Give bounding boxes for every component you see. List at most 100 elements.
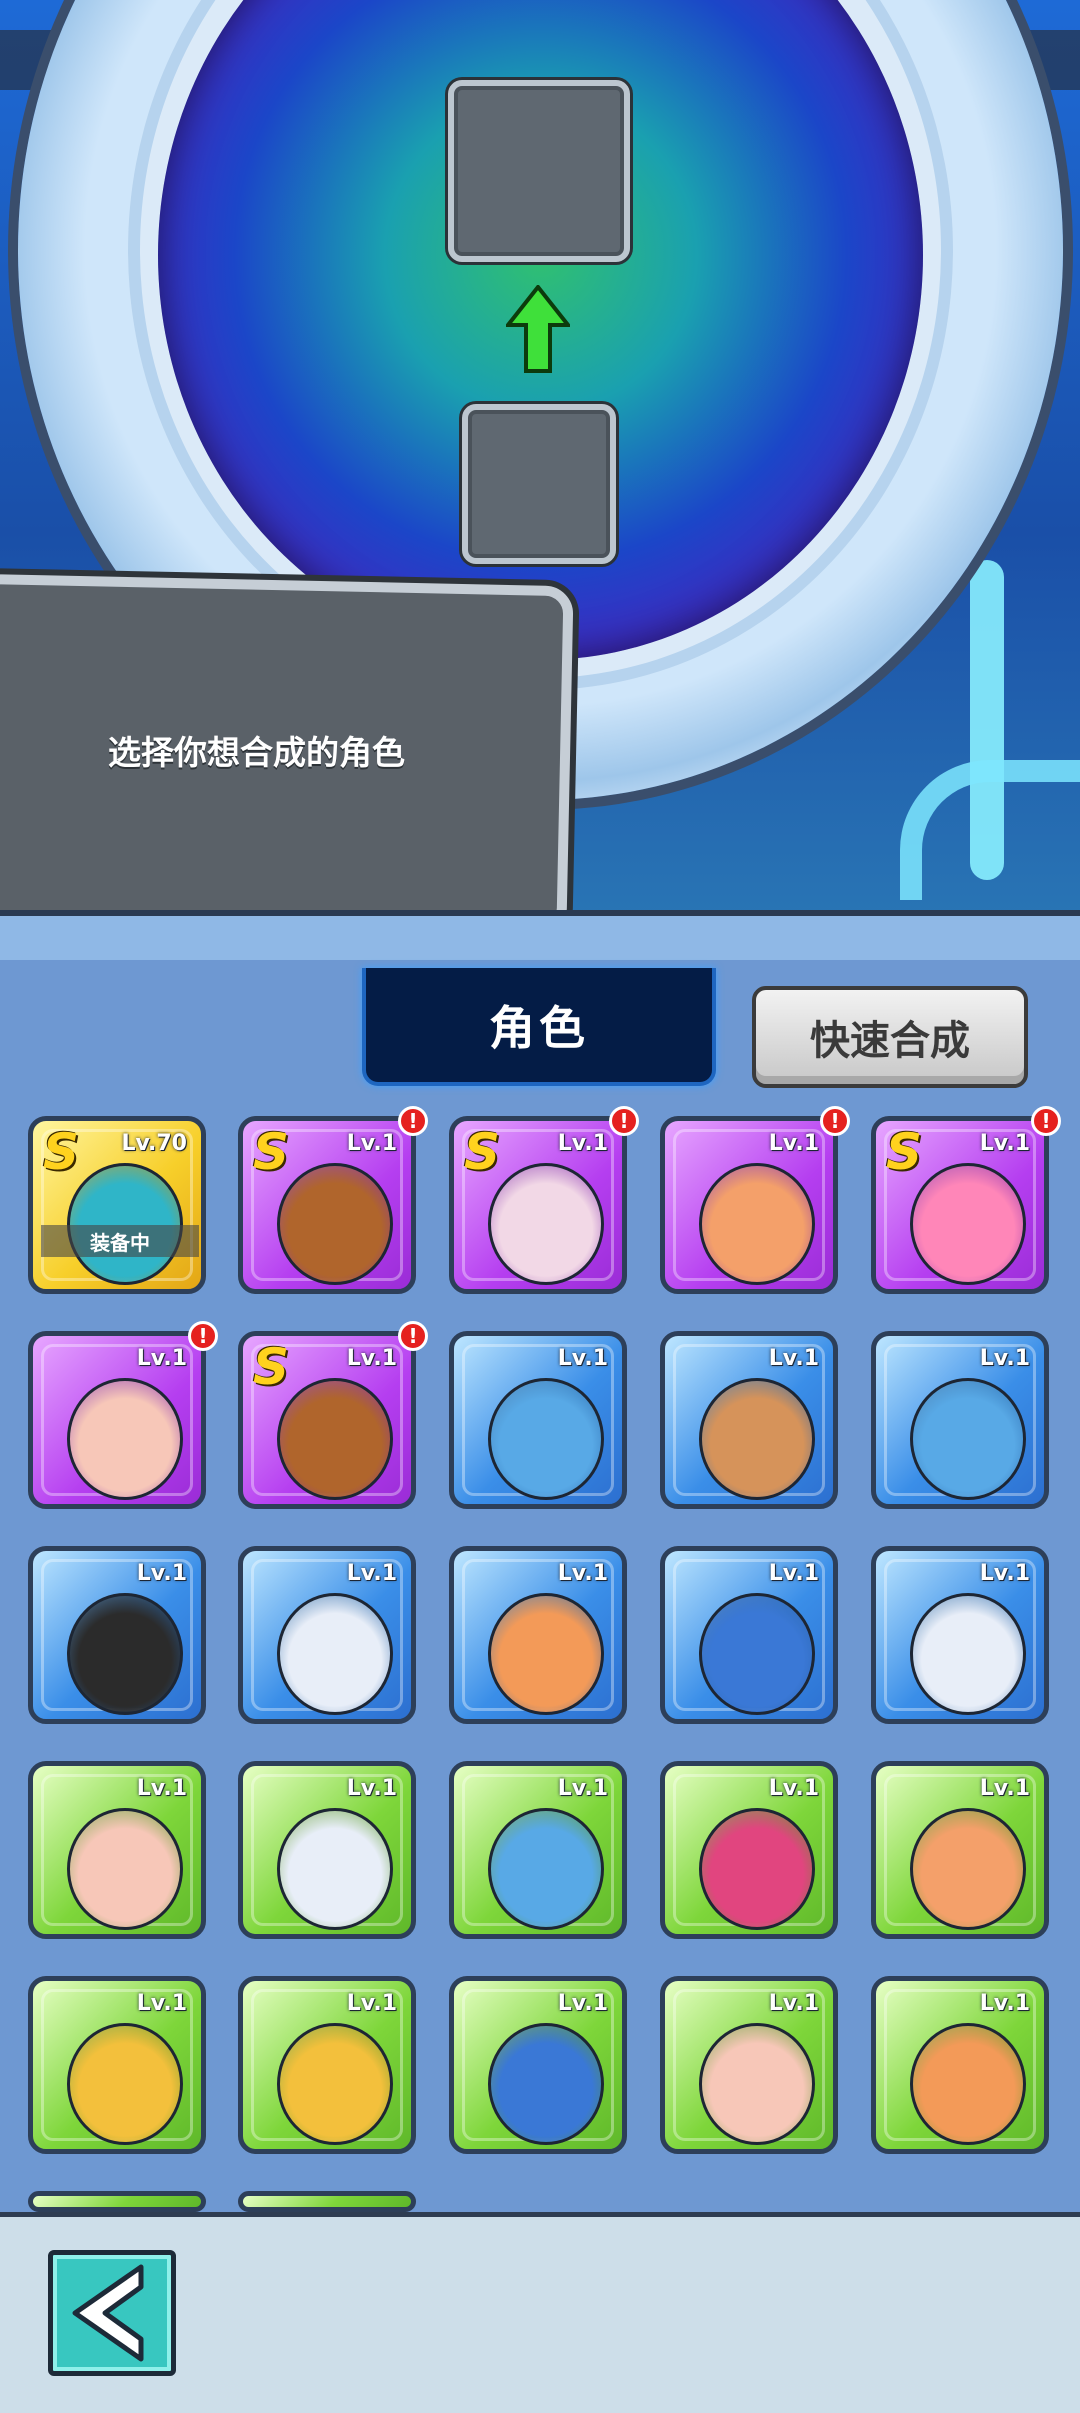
blonde-viking-icon xyxy=(67,2023,183,2145)
character-card[interactable]: Lv.1 xyxy=(871,1546,1049,1724)
character-card[interactable]: Lv.1 xyxy=(238,1546,416,1724)
level-label: Lv.1 xyxy=(346,1776,397,1801)
green-up-arrow-icon xyxy=(506,285,570,373)
character-card[interactable]: Lv.1 xyxy=(660,1761,838,1939)
level-label: Lv.1 xyxy=(557,1561,608,1586)
character-card[interactable]: Lv.1 xyxy=(28,1546,206,1724)
alert-badge-icon: ! xyxy=(188,1321,218,1351)
blue-hood-girl-icon xyxy=(699,1593,815,1715)
character-card[interactable]: Lv.1 xyxy=(28,1761,206,1939)
level-label: Lv.1 xyxy=(346,1561,397,1586)
character-card[interactable]: Lv.1 xyxy=(871,1976,1049,2154)
back-arrow-icon xyxy=(72,2264,144,2362)
white-hair-girl-icon xyxy=(488,1163,604,1285)
rank-s-badge: S xyxy=(253,1338,290,1396)
character-card-partial[interactable] xyxy=(238,2191,416,2212)
brown-lion-icon xyxy=(277,1163,393,1285)
synthesis-scene: 选择你想合成的角色 xyxy=(0,0,1080,970)
character-card[interactable]: Lv.1 xyxy=(660,1546,838,1724)
character-card[interactable]: Lv.1 xyxy=(449,1546,627,1724)
character-card[interactable]: S Lv.1 xyxy=(238,1116,416,1294)
level-label: Lv.1 xyxy=(136,1991,187,2016)
quick-merge-button[interactable]: 快速合成 xyxy=(752,986,1028,1088)
character-card[interactable]: Lv.1 xyxy=(28,1331,206,1509)
equipped-badge: 装备中 xyxy=(41,1225,199,1257)
alert-badge-icon: ! xyxy=(398,1321,428,1351)
chubby-man-icon xyxy=(67,1808,183,1930)
character-card[interactable]: Lv.1 xyxy=(871,1331,1049,1509)
rank-s-badge: S xyxy=(43,1123,80,1181)
character-card[interactable]: Lv.1 xyxy=(449,1331,627,1509)
level-label: Lv.1 xyxy=(557,1131,608,1156)
result-slot[interactable] xyxy=(448,80,630,262)
alert-badge-icon: ! xyxy=(609,1106,639,1136)
brown-lion-icon xyxy=(277,1378,393,1500)
blue-fish-monster-icon xyxy=(488,1808,604,1930)
rank-s-badge: S xyxy=(253,1123,290,1181)
alert-badge-icon: ! xyxy=(398,1106,428,1136)
blue-fish-monster-icon xyxy=(910,1378,1026,1500)
rank-s-badge: S xyxy=(886,1123,923,1181)
character-card[interactable]: Lv.1 xyxy=(449,1976,627,2154)
level-label: Lv.1 xyxy=(979,1776,1030,1801)
teal-hood-hero-icon xyxy=(67,1163,183,1285)
level-label: Lv.1 xyxy=(557,1776,608,1801)
back-button[interactable] xyxy=(48,2250,176,2376)
pink-hair-goggles-icon xyxy=(699,1808,815,1930)
blonde-viking-icon xyxy=(277,2023,393,2145)
level-label: Lv.1 xyxy=(346,1991,397,2016)
pink-hat-girl-icon xyxy=(910,1163,1026,1285)
character-card[interactable]: S Lv.1 xyxy=(238,1331,416,1509)
level-label: Lv.1 xyxy=(346,1131,397,1156)
character-card[interactable]: Lv.1 xyxy=(871,1761,1049,1939)
level-label: Lv.1 xyxy=(346,1346,397,1371)
blue-fish-monster-icon xyxy=(488,1378,604,1500)
character-card[interactable]: Lv.1 xyxy=(660,1331,838,1509)
level-label: Lv.1 xyxy=(979,1561,1030,1586)
level-label: Lv.1 xyxy=(136,1561,187,1586)
level-label: Lv.1 xyxy=(768,1131,819,1156)
tab-characters[interactable]: 角色 xyxy=(362,968,716,1086)
bun-hair-girl-icon xyxy=(488,1593,604,1715)
level-label: Lv.1 xyxy=(768,1561,819,1586)
level-label: Lv.1 xyxy=(557,1346,608,1371)
character-grid: S Lv.70 装备中 S Lv.1! S Lv.1! Lv.1! S Lv.1! Lv.1! S Lv… xyxy=(28,1106,1061,2216)
glowing-pipe-curve xyxy=(900,760,1080,900)
blue-hood-girl-icon xyxy=(488,2023,604,2145)
level-label: Lv.1 xyxy=(768,1346,819,1371)
level-label: Lv.1 xyxy=(979,1991,1030,2016)
character-card[interactable]: S Lv.1 xyxy=(871,1116,1049,1294)
character-card-partial[interactable] xyxy=(28,2191,206,2212)
character-card[interactable]: Lv.1 xyxy=(660,1116,838,1294)
mustache-man-icon xyxy=(699,1163,815,1285)
level-label: Lv.1 xyxy=(979,1131,1030,1156)
level-label: Lv.1 xyxy=(979,1346,1030,1371)
level-label: Lv.1 xyxy=(768,1776,819,1801)
character-card[interactable]: S Lv.1 xyxy=(449,1116,627,1294)
alert-badge-icon: ! xyxy=(1031,1106,1061,1136)
rank-s-badge: S xyxy=(464,1123,501,1181)
chubby-man-icon xyxy=(67,1378,183,1500)
character-card[interactable]: Lv.1 xyxy=(449,1761,627,1939)
mustache-man-icon xyxy=(910,1808,1026,1930)
level-label: Lv.1 xyxy=(768,1991,819,2016)
level-label: Lv.70 xyxy=(121,1131,187,1156)
character-card[interactable]: Lv.1 xyxy=(660,1976,838,2154)
character-card[interactable]: Lv.1 xyxy=(28,1976,206,2154)
level-label: Lv.1 xyxy=(557,1991,608,2016)
character-card[interactable]: S Lv.70 装备中 xyxy=(28,1116,206,1294)
cowboy-icon xyxy=(699,1378,815,1500)
bun-hair-girl-icon xyxy=(910,2023,1026,2145)
bearded-warrior-icon xyxy=(67,1593,183,1715)
character-card[interactable]: Lv.1 xyxy=(238,1761,416,1939)
level-label: Lv.1 xyxy=(136,1346,187,1371)
chubby-man-icon xyxy=(699,2023,815,2145)
character-card[interactable]: Lv.1 xyxy=(238,1976,416,2154)
white-hair-headset-icon xyxy=(910,1593,1026,1715)
prompt-text: 选择你想合成的角色 xyxy=(108,733,405,772)
alert-badge-icon: ! xyxy=(820,1106,850,1136)
ingredient-slot[interactable] xyxy=(462,404,616,564)
white-hair-headset-icon xyxy=(277,1593,393,1715)
white-hair-headset-icon xyxy=(277,1808,393,1930)
level-label: Lv.1 xyxy=(136,1776,187,1801)
